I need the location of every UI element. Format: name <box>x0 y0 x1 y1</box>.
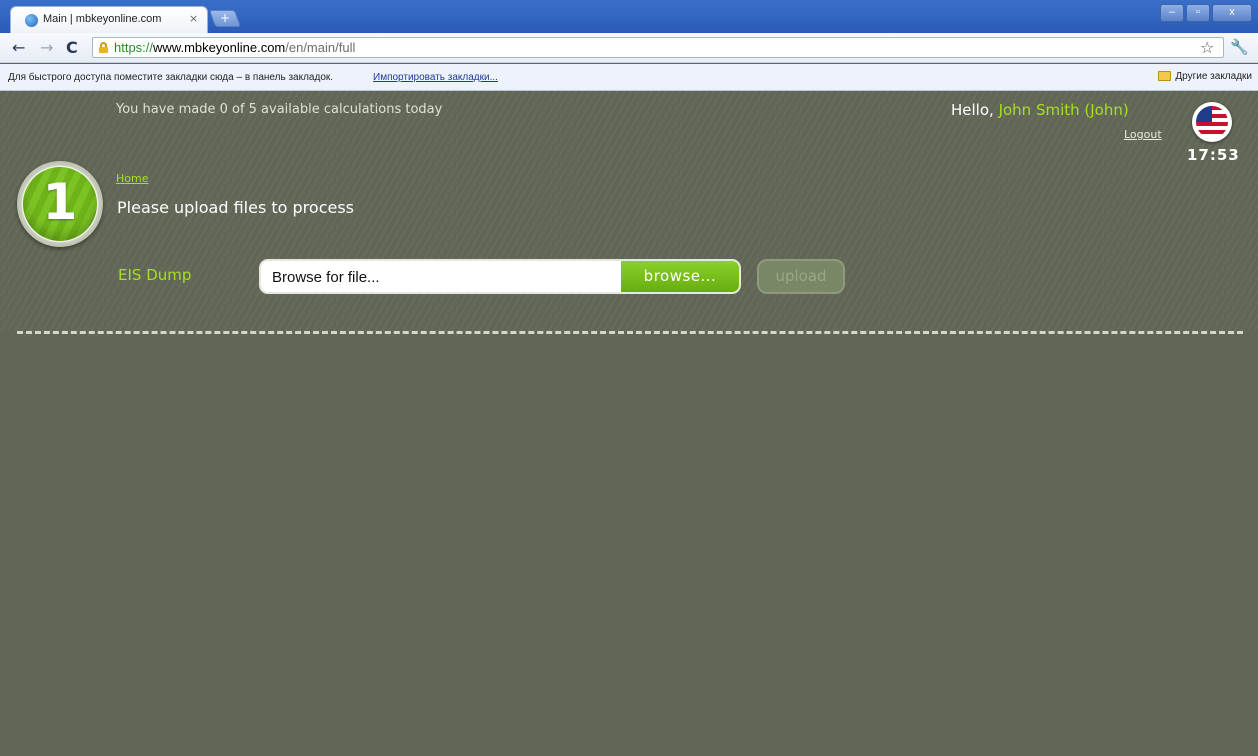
lock-icon <box>99 42 108 53</box>
browser-tab[interactable]: Main | mbkeyonline.com × <box>10 6 208 33</box>
other-bookmarks-button[interactable]: Другие закладки <box>1158 71 1252 82</box>
window-controls: – ▫ x <box>1160 4 1252 22</box>
new-tab-button[interactable]: + <box>208 10 242 27</box>
bookmarks-hint: Для быстрого доступа поместите закладки … <box>8 72 334 83</box>
site-favicon-icon <box>25 14 38 27</box>
browse-button[interactable]: browse... <box>621 261 739 292</box>
logout-link[interactable]: Logout <box>1124 128 1162 141</box>
folder-icon <box>1158 71 1172 81</box>
step-number-badge: 1 <box>17 161 103 247</box>
reload-icon[interactable]: C <box>66 38 78 57</box>
user-greeting: Hello, John Smith (John) <box>951 101 1129 119</box>
tab-close-icon[interactable]: × <box>189 12 198 25</box>
page-content: You have made 0 of 5 available calculati… <box>0 91 1258 756</box>
breadcrumb-home-link[interactable]: Home <box>116 172 148 185</box>
eis-dump-label: EIS Dump <box>118 266 192 284</box>
clock: 17:53 <box>1187 146 1240 164</box>
section-divider <box>17 331 1243 334</box>
url-text: https://www.mbkeyonline.com/en/main/full <box>114 40 356 55</box>
bookmarks-bar: Для быстрого доступа поместите закладки … <box>0 64 1258 91</box>
back-arrow-icon[interactable]: ← <box>12 38 25 57</box>
user-name: John Smith (John) <box>998 101 1129 119</box>
browser-toolbar: ← → C https://www.mbkeyonline.com/en/mai… <box>0 33 1258 63</box>
tab-title: Main | mbkeyonline.com <box>43 13 162 25</box>
file-input[interactable]: Browse for file... browse... <box>259 259 741 294</box>
upload-button[interactable]: upload <box>757 259 845 294</box>
wrench-icon[interactable]: 🔧 <box>1230 38 1249 56</box>
maximize-button[interactable]: ▫ <box>1186 4 1210 22</box>
minimize-button[interactable]: – <box>1160 4 1184 22</box>
bookmark-star-icon[interactable]: ☆ <box>1200 38 1214 57</box>
forward-arrow-icon[interactable]: → <box>40 38 53 57</box>
file-input-placeholder: Browse for file... <box>272 269 380 286</box>
plus-icon: + <box>219 11 231 25</box>
address-bar[interactable]: https://www.mbkeyonline.com/en/main/full <box>92 37 1224 58</box>
close-window-button[interactable]: x <box>1212 4 1252 22</box>
import-bookmarks-link[interactable]: Импортировать закладки... <box>373 72 498 83</box>
step-number: 1 <box>42 173 78 231</box>
calculations-counter: You have made 0 of 5 available calculati… <box>116 102 443 117</box>
page-title: Please upload files to process <box>117 198 355 217</box>
us-flag-icon[interactable] <box>1192 102 1232 142</box>
browser-titlebar: Main | mbkeyonline.com × + – ▫ x <box>0 0 1258 33</box>
